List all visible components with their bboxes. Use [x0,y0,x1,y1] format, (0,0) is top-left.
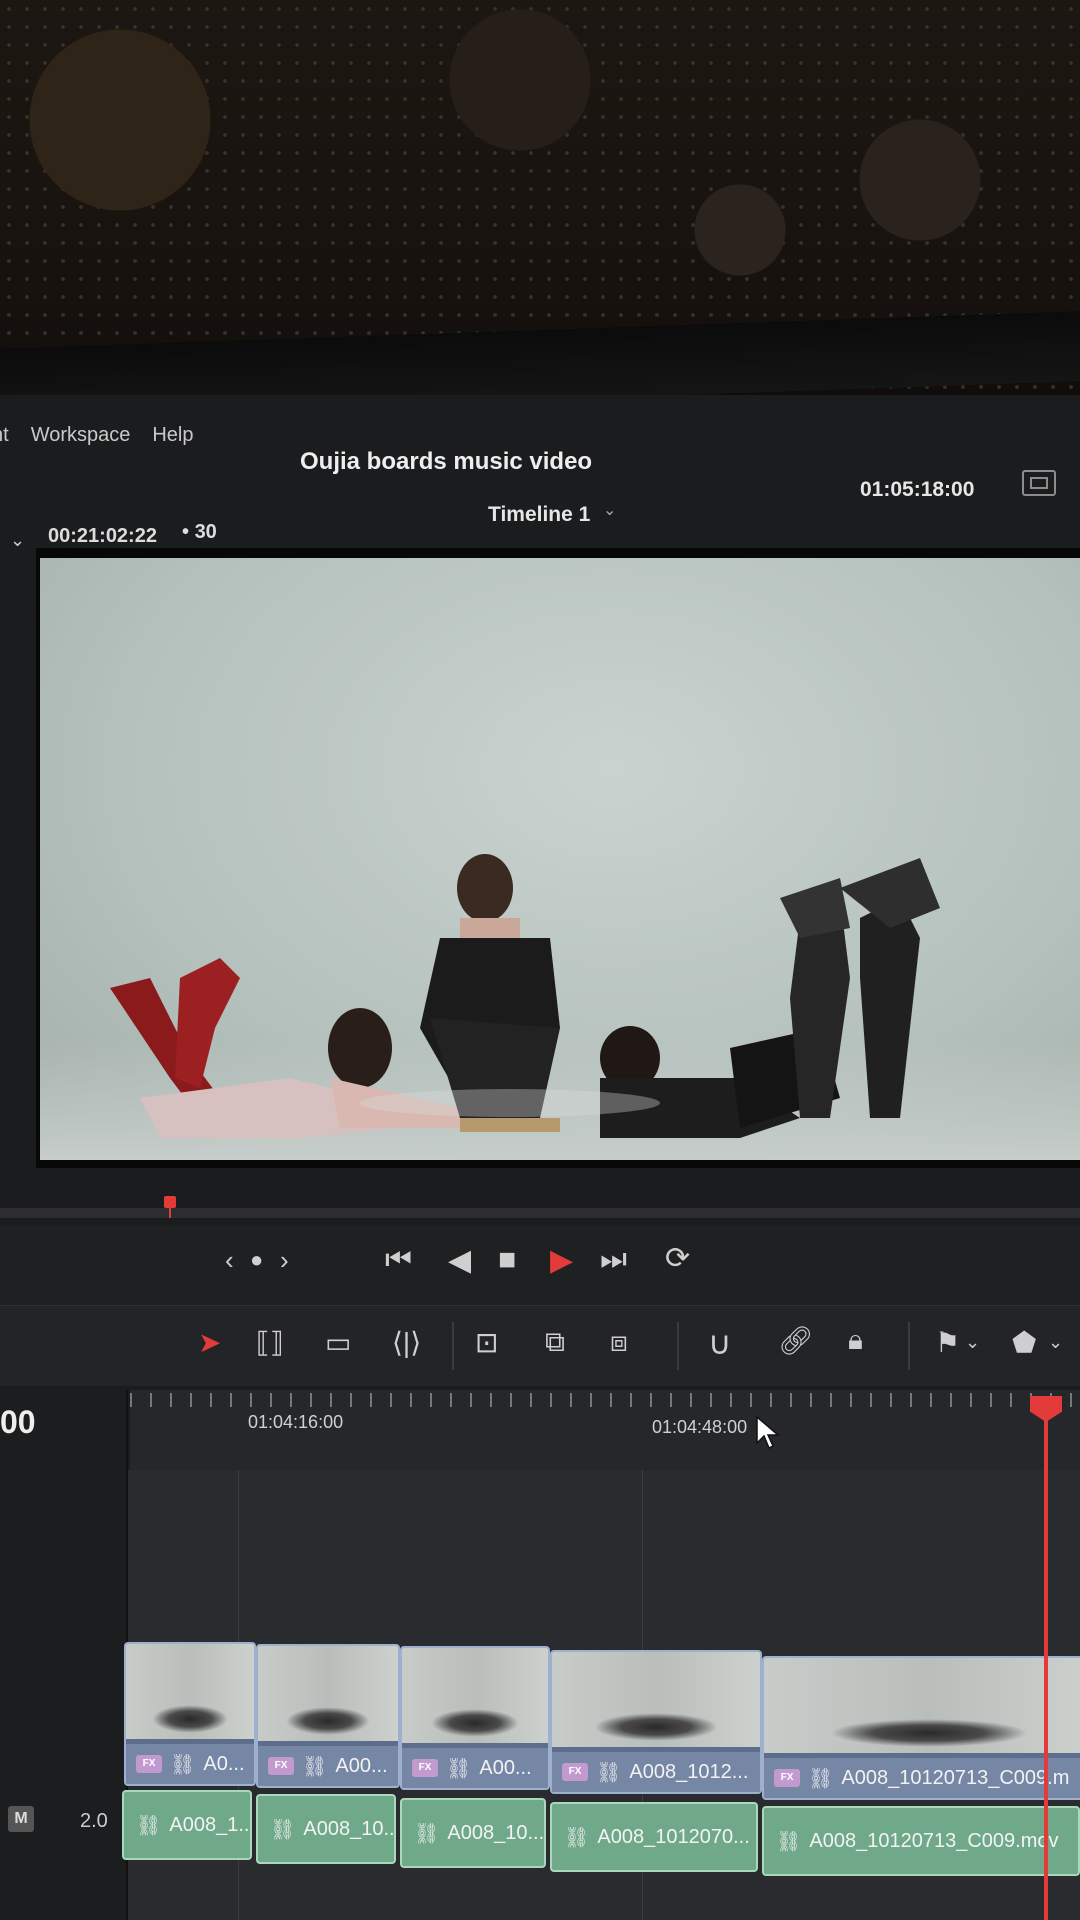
jog-prev-icon[interactable]: ‹ [225,1245,234,1276]
clip-thumbnail [764,1658,1080,1753]
audio-channel-format: 2.0 [80,1810,108,1832]
go-to-start-icon[interactable]: ⏮ [385,1243,412,1277]
play-reverse-icon[interactable]: ◀ [448,1243,471,1278]
selection-tool-icon[interactable]: ➤ [198,1326,221,1359]
flag-icon[interactable]: ⚑ [935,1326,960,1359]
mouse-cursor-icon [756,1415,781,1450]
replace-clip-icon[interactable]: ⧉ [545,1326,565,1359]
link-icon: ⛓ [414,1822,440,1845]
timeline-playhead[interactable] [1044,1400,1048,1920]
menu-item-help[interactable]: Help [152,424,193,447]
video-clip[interactable]: FX ⛓ A0... [124,1642,256,1786]
transport-controls: ‹ ● › ⏮ ◀ ■ ▶ ⏭ ⟳ [0,1225,1080,1305]
clip-label: A008_1012070... [597,1825,750,1848]
audio-clip[interactable]: ⛓ A008_10... [400,1798,546,1868]
fps-indicator: • 30 [182,521,217,543]
source-timecode: 00:21:02:22 [48,525,157,547]
clip-thumbnail [258,1646,398,1741]
viewer-frame [40,558,1080,1160]
timeline-chevron-icon[interactable]: ⌄ [603,500,616,520]
edit-toolbar: ➤ ⟦⟧ ▭ ⟨|⟩ ⊡ ⧉ ⧈ ∪ 🔗︎ 🔒︎ ⚑ ⌄ ⬟ ⌄ [0,1305,1080,1386]
jog-dot-icon[interactable]: ● [250,1247,263,1273]
clip-meta: FX ⛓ A00... [258,1746,398,1786]
snapping-icon[interactable]: ∪ [708,1324,731,1362]
overwrite-clip-icon[interactable]: ⊡ [475,1326,498,1359]
blade-icon[interactable]: ▭ [325,1326,351,1359]
project-title: Oujia boards music video [300,448,593,475]
link-icon: ⛓ [446,1757,472,1780]
link-icon: ⛓ [564,1826,590,1849]
clip-label: A008_10... [447,1821,545,1844]
clip-label: A008_1012... [629,1760,749,1783]
audio-clip[interactable]: ⛓ A008_1... [122,1790,252,1860]
record-timecode: 01:05:18:00 [860,478,975,501]
video-clip[interactable]: FX ⛓ A00... [256,1644,400,1788]
clip-meta: FX ⛓ A0... [126,1744,254,1784]
audio-clip[interactable]: ⛓ A008_1012070... [550,1802,758,1872]
video-frame-image [110,854,940,1138]
clip-label: A00... [335,1754,388,1777]
fps-value: 30 [194,521,217,543]
clip-label: A00... [479,1756,532,1779]
chevron-down-icon[interactable]: ⌄ [10,530,25,551]
link-icon: ⛓ [776,1830,802,1853]
fullscreen-icon[interactable] [1022,470,1056,496]
clip-label: A008_10120713_C009.mov [809,1829,1059,1852]
menu-bar: ht Workspace Help [0,410,194,460]
audio-clip[interactable]: ⛓ A008_10120713_C009.mov [762,1806,1080,1876]
position-lock-icon[interactable]: 🔒︎ [848,1324,863,1357]
clip-label: A0... [203,1752,245,1775]
clip-label: A008_1... [169,1813,252,1836]
ruler-label: 01:04:48:00 [652,1417,748,1437]
fx-badge-icon: FX [562,1763,588,1781]
mute-button[interactable]: M [8,1806,34,1832]
video-clip[interactable]: FX ⛓ A008_1012... [550,1650,762,1794]
video-clip[interactable]: FX ⛓ A00... [400,1646,550,1790]
clip-label: A008_10... [303,1817,396,1840]
link-icon: ⛓ [596,1761,622,1784]
timeline-timecode: 00 [0,1404,36,1440]
play-icon[interactable]: ▶ [550,1243,573,1278]
flag-chevron-icon[interactable]: ⌄ [965,1332,980,1353]
toolbar-divider [677,1322,679,1370]
track-headers [0,1390,128,1920]
clip-label: A008_10120713_C009.m [841,1766,1070,1789]
clip-thumbnail [552,1652,760,1747]
toolbar-divider [452,1322,454,1370]
jog-next-icon[interactable]: › [280,1245,289,1276]
timeline-selector[interactable]: Timeline 1 [488,503,590,527]
toolbar-divider [908,1322,910,1370]
viewer-scrub-playhead[interactable] [164,1196,176,1220]
ruler-label: 01:04:16:00 [248,1412,344,1432]
marker-icon[interactable]: ⬟ [1012,1326,1036,1359]
marker-chevron-icon[interactable]: ⌄ [1048,1332,1063,1353]
dynamic-trim-icon[interactable]: ⟨|⟩ [392,1326,421,1359]
fx-badge-icon: FX [412,1759,438,1777]
viewer-scrub-bar[interactable] [0,1208,1080,1218]
video-clip[interactable]: FX ⛓ A008_10120713_C009.m [762,1656,1080,1800]
clip-meta: FX ⛓ A008_10120713_C009.m [764,1758,1080,1798]
clip-thumbnail [126,1644,254,1739]
clip-meta: FX ⛓ A00... [402,1748,548,1788]
clip-thumbnail [402,1648,548,1743]
ripple-overwrite-icon[interactable]: ⧈ [610,1326,628,1359]
menu-item-partial[interactable]: ht [0,424,9,447]
link-icon: ⛓ [302,1755,328,1778]
link-icon: ⛓ [270,1818,296,1841]
fx-badge-icon: FX [774,1769,800,1787]
trim-edit-icon[interactable]: ⟦⟧ [256,1326,284,1359]
fx-badge-icon: FX [268,1757,294,1775]
go-to-end-icon[interactable]: ⏭ [600,1243,627,1277]
audio-clip[interactable]: ⛓ A008_10... [256,1794,396,1864]
linked-selection-icon[interactable]: 🔗︎ [778,1324,814,1357]
link-icon: ⛓ [808,1767,834,1790]
loop-icon[interactable]: ⟳ [665,1241,690,1276]
stop-icon[interactable]: ■ [498,1243,516,1277]
clip-meta: FX ⛓ A008_1012... [552,1752,760,1792]
link-icon: ⛓ [170,1753,196,1776]
menu-item-workspace[interactable]: Workspace [31,424,131,447]
link-icon: ⛓ [136,1814,162,1837]
fx-badge-icon: FX [136,1755,162,1773]
ruler-ticks [130,1393,1080,1407]
